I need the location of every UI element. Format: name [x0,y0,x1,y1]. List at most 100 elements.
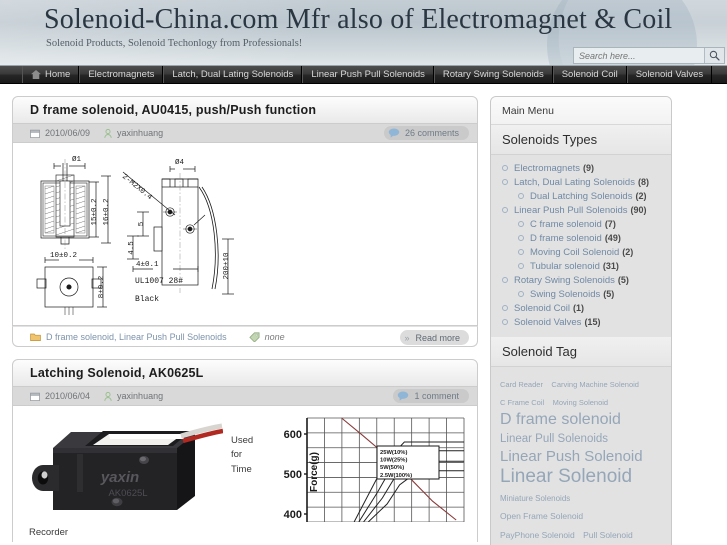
side-caption-line-3: Time [231,463,252,475]
sidebar-type-count: (8) [637,177,649,187]
nav-label: Rotary Swing Solenoids [442,69,544,80]
tag-cloud-item[interactable]: Linear Push Solenoid [500,448,643,465]
comment-bubble-icon [388,128,400,138]
article-categories-text: D frame solenoid, Linear Push Pull Solen… [46,331,227,342]
sidebar-type-count: (1) [572,303,584,313]
svg-text:10±0.2: 10±0.2 [50,252,77,260]
article-author-text: yaxinhuang [117,391,164,401]
article-footer: D frame solenoid, Linear Push Pull Solen… [12,326,478,347]
tag-cloud-item[interactable]: Miniature Solenoids [500,494,570,503]
chart-y-tick-label: 600 [284,429,302,441]
tag-cloud-item[interactable]: D frame solenoid [500,411,621,428]
sidebar-type-label: Linear Push Pull Solenoids [514,204,628,216]
article-title-bar[interactable]: D frame solenoid, AU0415, push/Push func… [12,96,478,124]
article-date-text: 2010/06/04 [45,391,91,401]
sidebar-type-count: (5) [617,275,629,285]
bullet-icon [518,221,524,227]
page-content: D frame solenoid, AU0415, push/Push func… [0,84,727,545]
product-side-caption: Used for Time [231,434,259,477]
sidebar-type-item[interactable]: Linear Push Pull Solenoids (90) [491,203,671,217]
nav-item-home[interactable]: Home [22,66,80,83]
bullet-icon [518,291,524,297]
main-navigation[interactable]: Home Electromagnets Latch, Dual Lating S… [0,66,727,84]
nav-item-solenoid-coil[interactable]: Solenoid Coil [552,66,627,83]
article-comments-badge[interactable]: 26 comments [383,126,469,140]
article-categories[interactable]: D frame solenoid, Linear Push Pull Solen… [30,332,227,342]
article-author-text: yaxinhuang [117,128,164,138]
sidebar-type-item[interactable]: C frame solenoid (7) [491,217,671,231]
nav-item-rotary-swing-solenoids[interactable]: Rotary Swing Solenoids [433,66,553,83]
sidebar-type-item[interactable]: Electromagnets (9) [491,161,671,175]
article-latching-solenoid: Latching Solenoid, AK0625L 2010/06/04 ya… [12,359,478,542]
sidebar-type-count: (5) [603,289,615,299]
sidebar-type-count: (90) [630,205,647,215]
tag-cloud-item[interactable]: Open Frame Solenoid [500,511,583,521]
read-more-label: Read more [415,332,460,343]
sidebar-type-item[interactable]: Moving Coil Solenoid (2) [491,245,671,259]
article-d-frame-solenoid: D frame solenoid, AU0415, push/Push func… [12,96,478,347]
svg-text:Black: Black [135,295,159,304]
sidebar-type-item[interactable]: Dual Latching Solenoids (2) [491,189,671,203]
sidebar-type-item[interactable]: Rotary Swing Solenoids (5) [491,273,671,287]
sidebar-type-label: C frame solenoid [530,218,602,230]
sidebar-type-item[interactable]: Solenoid Coil (1) [491,301,671,315]
sidebar-type-count: (2) [622,247,634,257]
article-title-bar[interactable]: Latching Solenoid, AK0625L [12,359,478,387]
sidebar-type-item[interactable]: D frame solenoid (49) [491,231,671,245]
chart-legend-label: 5W(50%) [380,465,404,471]
article-tags: none [248,331,285,342]
sidebar-type-label: Latch, Dual Lating Solenoids [514,176,635,188]
svg-text:2-M2X0.4: 2-M2X0.4 [120,173,153,202]
article-title: D frame solenoid, AU0415, push/Push func… [30,103,317,117]
article-author: yaxinhuang [104,391,163,401]
search-box[interactable] [573,47,725,64]
article-date: 2010/06/09 [30,128,90,138]
sidebar-type-item[interactable]: Tubular solenoid (31) [491,259,671,273]
tag-cloud-item[interactable]: Moving Solenoid [553,398,608,408]
article-meta: 2010/06/09 yaxinhuang 26 comments [12,124,478,143]
sidebar-type-count: (7) [604,219,616,229]
article-body: yaxin AK0625L Recorder Used for Time 400… [12,406,478,542]
nav-item-linear-push-pull-solenoids[interactable]: Linear Push Pull Solenoids [302,66,434,83]
tag-icon [248,331,260,342]
bullet-icon [518,235,524,241]
sidebar-type-item[interactable]: Solenoid Valves (15) [491,315,671,329]
sidebar-type-label: D frame solenoid [530,232,602,244]
folder-icon [30,332,41,341]
double-chevron-right-icon: » [404,332,410,343]
search-icon [709,50,720,61]
tag-cloud-item[interactable]: C Frame Coil [500,398,544,408]
read-more-button[interactable]: » Read more [400,330,469,345]
sidebar: Main Menu Solenoids Types Electromagnets… [490,96,672,545]
tag-cloud[interactable]: Card Reader Carving Machine Solenoid C F… [491,367,671,545]
chart-legend-label: 10W(25%) [380,458,407,464]
svg-text:UL1007 28#: UL1007 28# [135,277,183,286]
calendar-icon [30,129,40,138]
search-button[interactable] [704,48,724,63]
tag-cloud-item[interactable]: PayPhone Solenoid [500,530,575,540]
sidebar-type-label: Electromagnets [514,162,581,174]
bullet-icon [502,165,508,171]
sidebar-type-item[interactable]: Swing Solenoids (5) [491,287,671,301]
svg-text:5: 5 [138,221,146,226]
sidebar-type-item[interactable]: Latch, Dual Lating Solenoids (8) [491,175,671,189]
nav-item-solenoid-valves[interactable]: Solenoid Valves [626,66,713,83]
nav-item-latch-dual-lating-solenoids[interactable]: Latch, Dual Lating Solenoids [163,66,303,83]
tag-cloud-item[interactable]: Linear Pull Solenoids [500,433,608,445]
svg-text:Ø4: Ø4 [175,158,185,167]
nav-item-electromagnets[interactable]: Electromagnets [79,66,164,83]
tag-cloud-item[interactable]: Pull Solenoid [583,530,633,540]
nav-label: Solenoid Coil [561,69,618,80]
svg-text:15±0.2: 15±0.2 [91,198,99,225]
chart-y-tick-label: 500 [284,469,302,481]
product-model-text: AK0625L [108,488,147,499]
sidebar-types-list[interactable]: Electromagnets (9) Latch, Dual Lating Sole… [491,155,671,337]
tag-cloud-item[interactable]: Carving Machine Solenoid [551,380,639,389]
tag-cloud-item[interactable]: Linear Solenoid [500,466,632,487]
nav-label: Electromagnets [88,69,155,80]
tag-cloud-item[interactable]: Card Reader [500,380,543,389]
chart-canvas: 400 500 600 Force(g) 25W(10%) 10W(25%)5W(50%)… [284,417,465,523]
bullet-icon [502,179,508,185]
search-input[interactable] [574,48,704,63]
article-comments-badge[interactable]: 1 comment [393,389,469,403]
